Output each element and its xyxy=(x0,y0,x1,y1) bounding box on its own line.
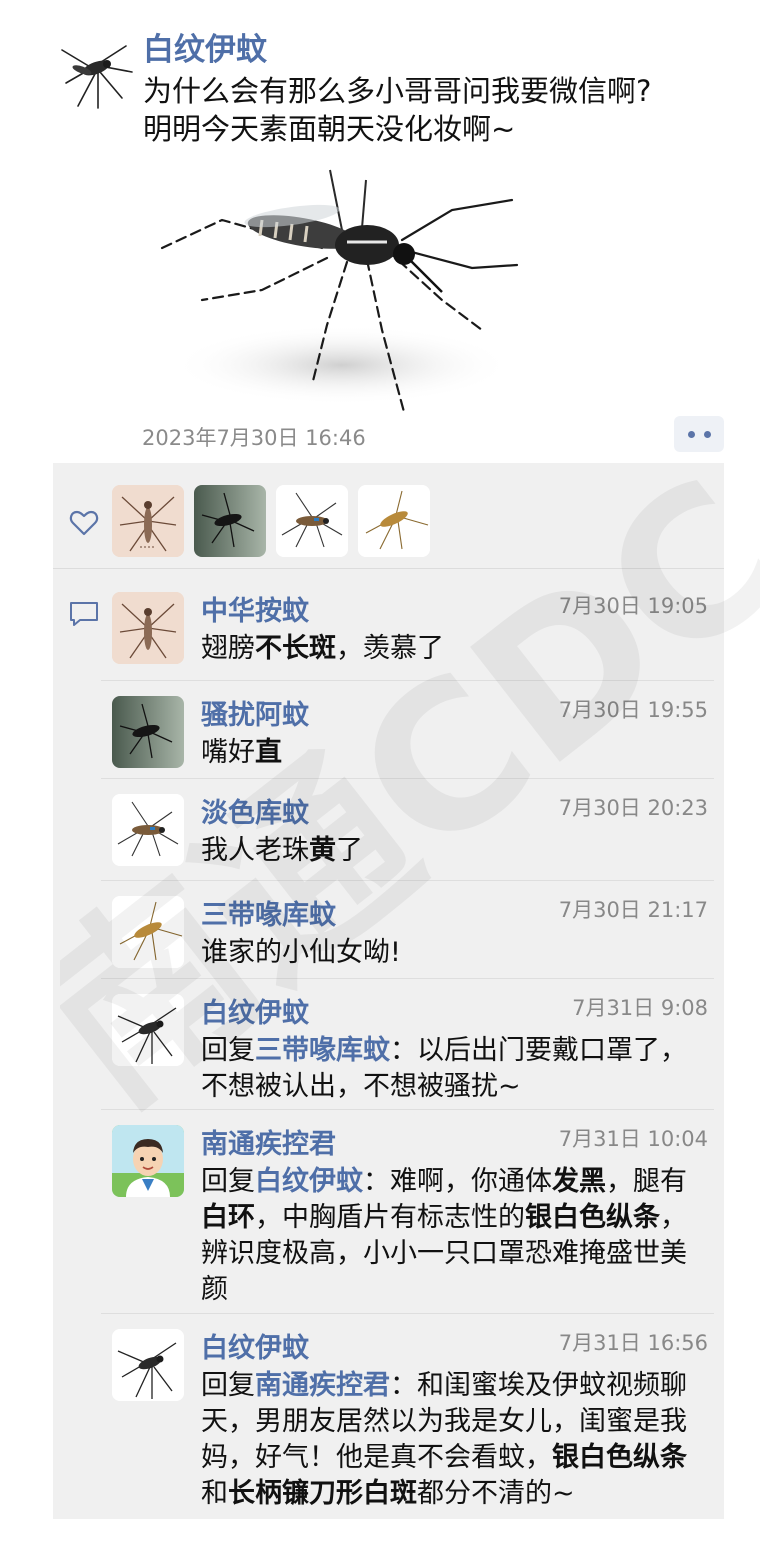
comment-item[interactable]: 三带喙库蚊 7月30日 21:17 谁家的小仙女呦! xyxy=(53,881,724,979)
reply-mention-link[interactable]: 南通疾控君 xyxy=(255,1370,390,1401)
bold-keyword: 白环 xyxy=(201,1202,255,1233)
comment-text-segment: 回复 xyxy=(201,1370,255,1401)
likes-row xyxy=(53,463,724,568)
bold-keyword: 长柄镰刀形白斑 xyxy=(228,1478,417,1509)
post-author-avatar[interactable] xyxy=(52,28,136,112)
comment-text-segment: 翅膀 xyxy=(201,633,255,664)
commenter-avatar[interactable] xyxy=(112,994,184,1066)
comment-text-segment: 谁家的小仙女呦! xyxy=(201,937,401,968)
like-avatar-culex-pallens[interactable] xyxy=(276,485,348,557)
comment-text-segment: ，中胸盾片有标志性的 xyxy=(255,1202,525,1233)
like-avatar-armigeres[interactable] xyxy=(194,485,266,557)
post-photo-mosquito[interactable] xyxy=(142,150,524,418)
comment-time: 7月30日 19:05 xyxy=(558,594,708,618)
bold-keyword: 银白色纵条 xyxy=(552,1442,687,1473)
comment-time: 7月30日 20:23 xyxy=(558,796,708,820)
comment-item[interactable]: 淡色库蚊 7月30日 20:23 我人老珠黄了 xyxy=(53,779,724,881)
dot-icon xyxy=(703,430,711,438)
bold-keyword: 银白色纵条 xyxy=(525,1202,660,1233)
comment-time: 7月30日 21:17 xyxy=(558,898,708,922)
comment-item[interactable]: 南通疾控君 7月31日 10:04 回复白纹伊蚊：难啊，你通体发黑，腿有白环，中… xyxy=(53,1110,724,1314)
comment-text: 回复南通疾控君：和闺蜜埃及伊蚊视频聊天，男朋友居然以为我是女儿，闺蜜是我妈，好气… xyxy=(201,1368,701,1512)
post-author-name[interactable]: 白纹伊蚊 xyxy=(143,24,267,69)
commenter-avatar[interactable] xyxy=(112,896,184,968)
commenter-name[interactable]: 骚扰阿蚊 xyxy=(201,693,309,732)
comment-time: 7月31日 16:56 xyxy=(558,1331,708,1355)
post-timestamp: 2023年7月30日 16:46 xyxy=(142,426,366,450)
comment-text: 嘴好直 xyxy=(201,735,701,771)
commenter-avatar[interactable] xyxy=(112,592,184,664)
comment-item[interactable]: 骚扰阿蚊 7月30日 19:55 嘴好直 xyxy=(53,681,724,779)
reply-mention-link[interactable]: 白纹伊蚊 xyxy=(255,1166,363,1197)
post-text-line-1: 为什么会有那么多小哥哥问我要微信啊? xyxy=(143,74,652,108)
bold-keyword: 不长斑 xyxy=(255,633,336,664)
comment-text-segment: ：难啊，你通体 xyxy=(363,1166,552,1197)
bold-keyword: 直 xyxy=(255,737,282,768)
commenter-name[interactable]: 中华按蚊 xyxy=(201,589,309,628)
bold-keyword: 发黑 xyxy=(552,1166,606,1197)
heart-icon xyxy=(69,510,99,536)
commenter-name[interactable]: 白纹伊蚊 xyxy=(201,991,309,1030)
like-avatar-culex-tritaeniorhynchus[interactable] xyxy=(358,485,430,557)
comment-item[interactable]: 白纹伊蚊 7月31日 9:08 回复三带喙库蚊：以后出门要戴口罩了，不想被认出，… xyxy=(53,979,724,1110)
comment-text: 谁家的小仙女呦! xyxy=(201,935,701,971)
more-actions-button[interactable] xyxy=(674,416,724,452)
like-avatar-anopheles-sinensis[interactable] xyxy=(112,485,184,557)
dot-icon xyxy=(687,430,695,438)
comment-text-segment: 我人老珠 xyxy=(201,835,309,866)
commenter-avatar[interactable] xyxy=(112,794,184,866)
commenter-name[interactable]: 三带喙库蚊 xyxy=(201,893,336,932)
divider xyxy=(53,568,724,569)
feedback-panel: 中华按蚊 7月30日 19:05 翅膀不长斑，羡慕了 骚扰阿蚊 7月30日 19… xyxy=(53,463,724,1519)
comment-text: 回复白纹伊蚊：难啊，你通体发黑，腿有白环，中胸盾片有标志性的银白色纵条，辨识度极… xyxy=(201,1164,701,1308)
bold-keyword: 黄 xyxy=(309,835,336,866)
commenter-avatar-cartoon-doctor[interactable] xyxy=(112,1125,184,1197)
comment-text-segment: 了 xyxy=(336,835,363,866)
comment-text-segment: 都分不清的~ xyxy=(417,1478,575,1509)
reply-mention-link[interactable]: 三带喙库蚊 xyxy=(255,1035,390,1066)
comment-text: 翅膀不长斑，羡慕了 xyxy=(201,631,701,667)
comment-item[interactable]: 白纹伊蚊 7月31日 16:56 回复南通疾控君：和闺蜜埃及伊蚊视频聊天，男朋友… xyxy=(53,1314,724,1519)
commenter-avatar[interactable] xyxy=(112,1329,184,1401)
comment-text-segment: 和 xyxy=(201,1478,228,1509)
comment-text: 回复三带喙库蚊：以后出门要戴口罩了，不想被认出，不想被骚扰~ xyxy=(201,1033,701,1105)
comment-item[interactable]: 中华按蚊 7月30日 19:05 翅膀不长斑，羡慕了 xyxy=(53,577,724,681)
comment-text: 我人老珠黄了 xyxy=(201,833,701,869)
commenter-name[interactable]: 白纹伊蚊 xyxy=(201,1326,309,1365)
commenter-avatar[interactable] xyxy=(112,696,184,768)
commenter-name[interactable]: 淡色库蚊 xyxy=(201,791,309,830)
comment-text-segment: 回复 xyxy=(201,1166,255,1197)
mosquito-icon xyxy=(61,45,133,109)
comment-time: 7月31日 9:08 xyxy=(572,996,708,1020)
comment-text-segment: ，腿有 xyxy=(606,1166,687,1197)
comment-text-segment: ，羡慕了 xyxy=(336,633,444,664)
comment-time: 7月31日 10:04 xyxy=(558,1127,708,1151)
commenter-name[interactable]: 南通疾控君 xyxy=(201,1122,336,1161)
post-text-line-2: 明明今天素面朝天没化妆啊~ xyxy=(143,112,516,146)
comment-text-segment: 嘴好 xyxy=(201,737,255,768)
comment-text-segment: 回复 xyxy=(201,1035,255,1066)
comment-time: 7月30日 19:55 xyxy=(558,698,708,722)
